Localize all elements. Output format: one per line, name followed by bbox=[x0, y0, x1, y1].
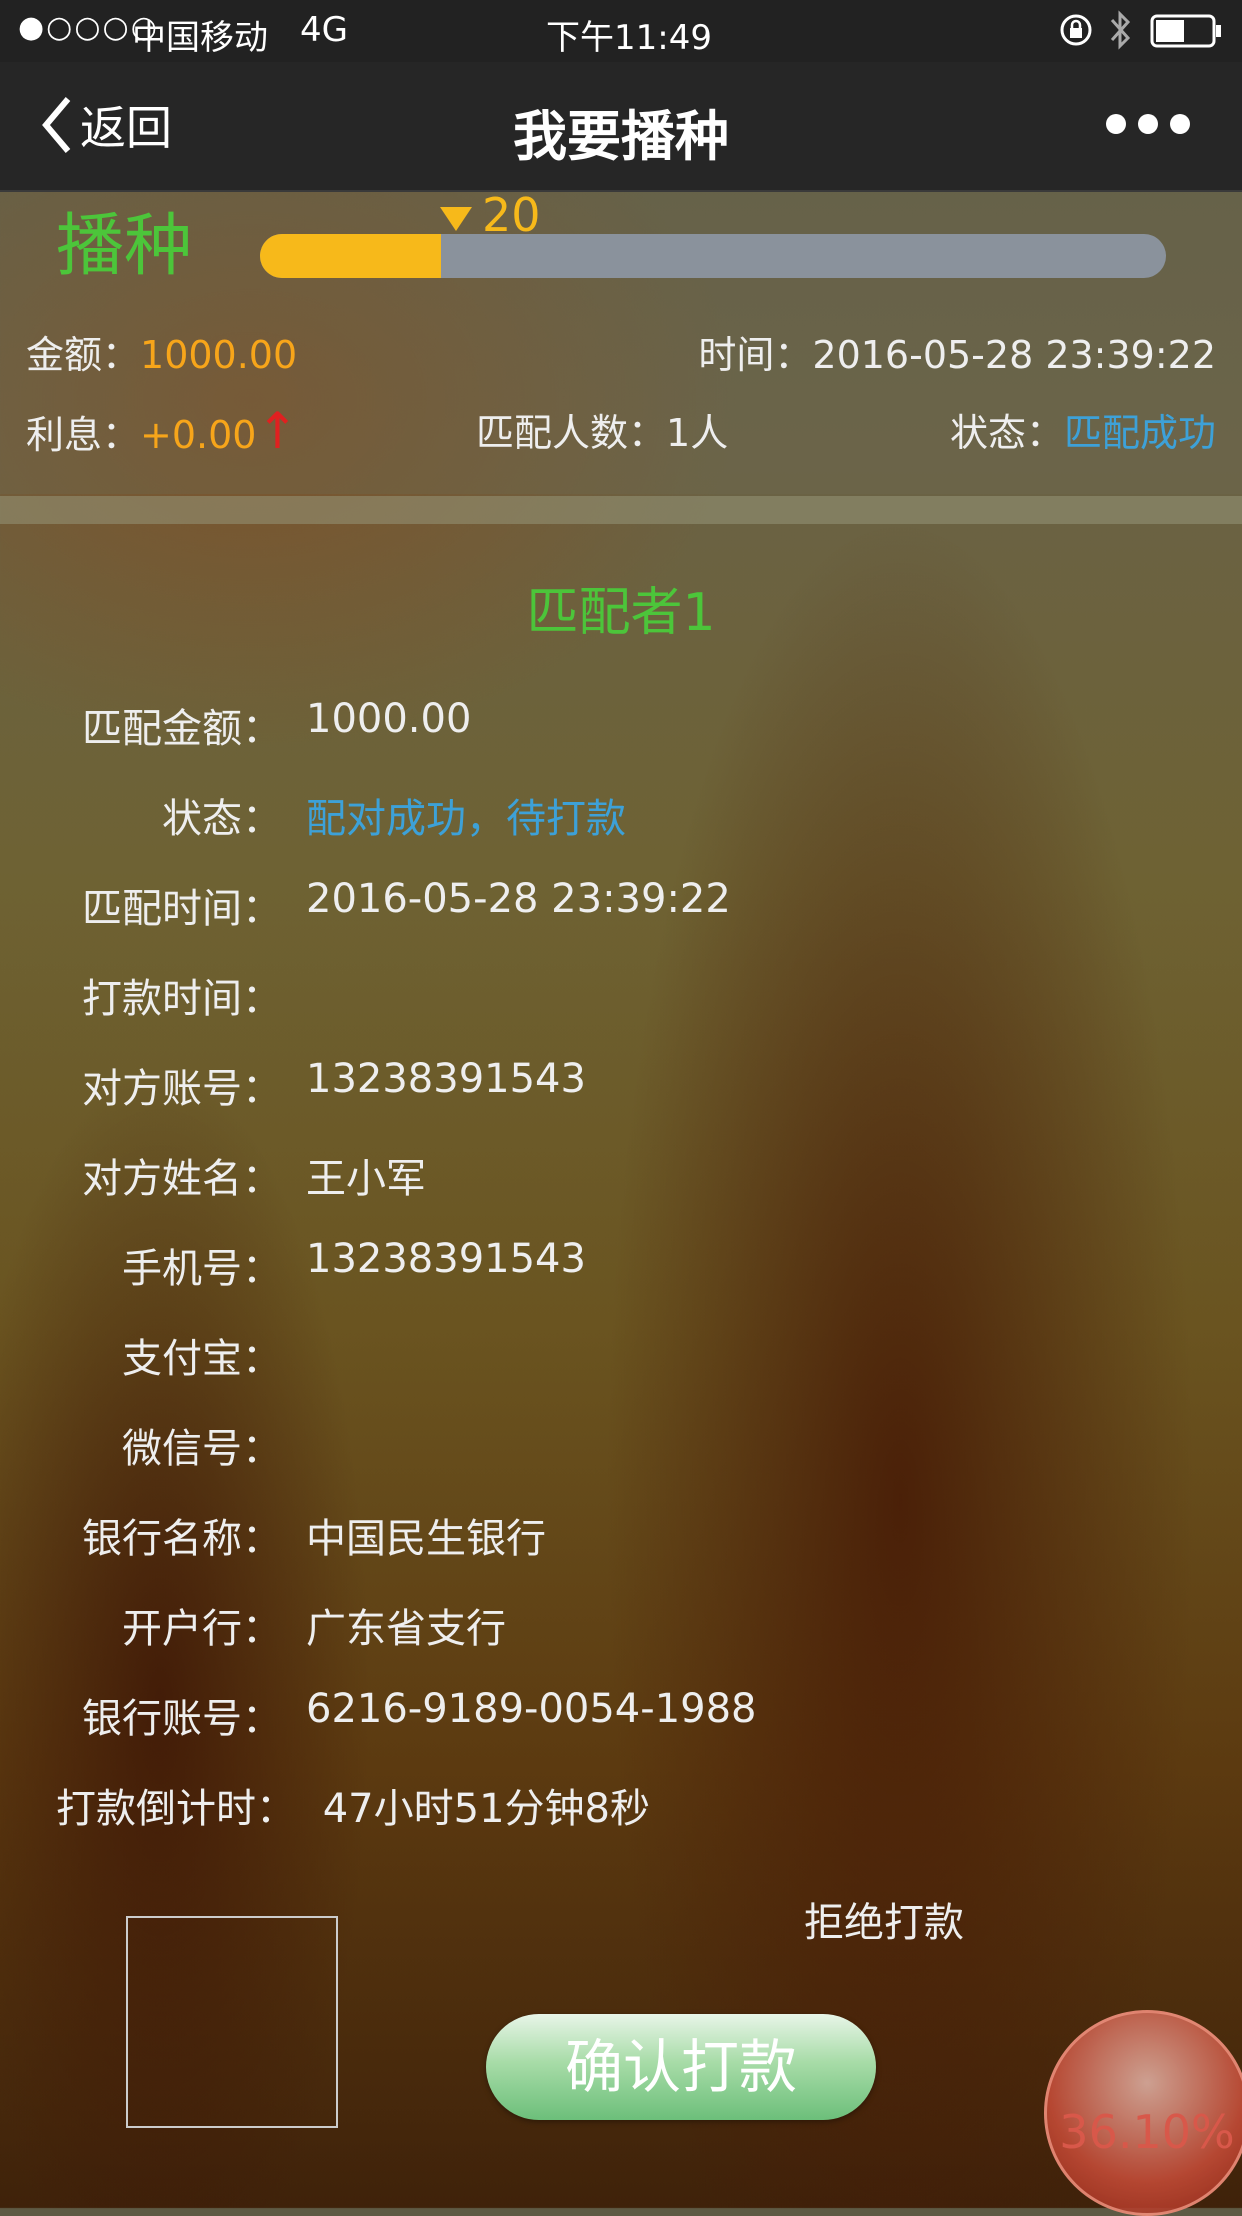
detail-value: 1000.00 bbox=[306, 696, 472, 742]
more-options-icon[interactable] bbox=[1106, 114, 1190, 134]
detail-label: 对方账号： bbox=[82, 1066, 282, 1112]
detail-label: 匹配时间： bbox=[82, 886, 282, 932]
detail-row-branch: 开户行： 广东省支行 bbox=[0, 1596, 1242, 1656]
interest-label: 利息： bbox=[26, 413, 141, 457]
match-count-value: 1人 bbox=[666, 411, 729, 455]
match-count-label: 匹配人数： bbox=[476, 411, 667, 455]
interest-info: 利息：+0.00↑ bbox=[26, 402, 298, 460]
detail-label: 匹配金额： bbox=[82, 706, 282, 752]
detail-value: 中国民生银行 bbox=[306, 1516, 546, 1562]
detail-label: 支付宝： bbox=[122, 1336, 282, 1382]
floating-ball-percent: 36.10% bbox=[1059, 2105, 1235, 2159]
detail-label: 手机号： bbox=[122, 1246, 282, 1292]
status-bar: ●○○○○ 中国移动 4G 下午11:49 bbox=[0, 0, 1242, 62]
detail-row-account: 对方账号： 13238391543 bbox=[0, 1056, 1242, 1116]
refuse-payment-button[interactable]: 拒绝打款 bbox=[804, 1890, 964, 1948]
payment-countdown: 打款倒计时： 47小时51分钟8秒 bbox=[56, 1776, 650, 1834]
progress-bar bbox=[260, 234, 1166, 278]
detail-label: 微信号： bbox=[122, 1426, 282, 1472]
detail-row-status: 状态： 配对成功，待打款 bbox=[0, 786, 1242, 846]
detail-label: 银行账号： bbox=[82, 1696, 282, 1742]
clock: 下午11:49 bbox=[546, 18, 712, 58]
carrier-name: 中国移动 bbox=[132, 18, 268, 58]
network-type: 4G bbox=[300, 10, 348, 50]
detail-row-bank-name: 银行名称： 中国民生银行 bbox=[0, 1506, 1242, 1566]
detail-value: 2016-05-28 23:39:22 bbox=[306, 876, 731, 922]
amount-value: 1000.00 bbox=[140, 333, 298, 377]
detail-row-phone: 手机号： 13238391543 bbox=[0, 1236, 1242, 1296]
detail-value: 13238391543 bbox=[306, 1056, 586, 1102]
nav-bar: 返回 我要播种 bbox=[0, 62, 1242, 192]
detail-label: 对方姓名： bbox=[82, 1156, 282, 1202]
status-label: 状态： bbox=[949, 411, 1064, 455]
detail-value: 13238391543 bbox=[306, 1236, 586, 1282]
section-divider bbox=[0, 496, 1242, 524]
detail-value: 配对成功，待打款 bbox=[306, 796, 626, 842]
detail-label: 开户行： bbox=[122, 1606, 282, 1652]
progress-fill bbox=[260, 234, 442, 278]
time-label: 时间： bbox=[698, 333, 813, 377]
time-value: 2016-05-28 23:39:22 bbox=[812, 333, 1216, 377]
status-value: 匹配成功 bbox=[1063, 411, 1216, 455]
countdown-label: 打款倒计时： bbox=[56, 1786, 296, 1832]
detail-row-bank-account: 银行账号： 6216-9189-0054-1988 bbox=[0, 1686, 1242, 1746]
detail-row-alipay: 支付宝： bbox=[0, 1326, 1242, 1386]
detail-label: 打款时间： bbox=[82, 976, 282, 1022]
detail-value: 王小军 bbox=[306, 1156, 426, 1202]
detail-label: 银行名称： bbox=[82, 1516, 282, 1562]
matcher-title: 匹配者1 bbox=[526, 583, 716, 643]
detail-row-wechat: 微信号： bbox=[0, 1416, 1242, 1476]
time-info: 时间：2016-05-28 23:39:22 bbox=[698, 324, 1216, 379]
amount-label: 金额： bbox=[26, 333, 141, 377]
match-count-info: 匹配人数：1人 bbox=[476, 402, 728, 457]
interest-value: +0.00 bbox=[140, 413, 257, 457]
detail-value: 6216-9189-0054-1988 bbox=[306, 1686, 757, 1732]
up-arrow-icon: ↑ bbox=[256, 402, 299, 460]
detail-row-name: 对方姓名： 王小军 bbox=[0, 1146, 1242, 1206]
countdown-value: 47小时51分钟8秒 bbox=[322, 1786, 650, 1832]
detail-value: 广东省支行 bbox=[306, 1606, 506, 1652]
rotation-lock-icon bbox=[1058, 12, 1094, 57]
confirm-payment-button[interactable]: 确认打款 bbox=[486, 2014, 876, 2120]
battery-icon bbox=[1150, 14, 1222, 57]
detail-row-payment-time: 打款时间： bbox=[0, 966, 1242, 1026]
bluetooth-icon bbox=[1108, 10, 1134, 59]
floating-progress-ball[interactable]: 36.10% bbox=[1044, 2010, 1242, 2216]
progress-indicator-label: 20 bbox=[440, 192, 541, 238]
status-info: 状态：匹配成功 bbox=[950, 402, 1216, 457]
detail-label: 状态： bbox=[162, 796, 282, 842]
page-title: 我要播种 bbox=[513, 105, 729, 168]
payment-proof-upload-box[interactable] bbox=[126, 1916, 338, 2128]
detail-row-match-amount: 匹配金额： 1000.00 bbox=[0, 696, 1242, 756]
detail-row-match-time: 匹配时间： 2016-05-28 23:39:22 bbox=[0, 876, 1242, 936]
amount-info: 金额：1000.00 bbox=[26, 324, 297, 379]
sowing-title: 播种 bbox=[56, 207, 193, 286]
